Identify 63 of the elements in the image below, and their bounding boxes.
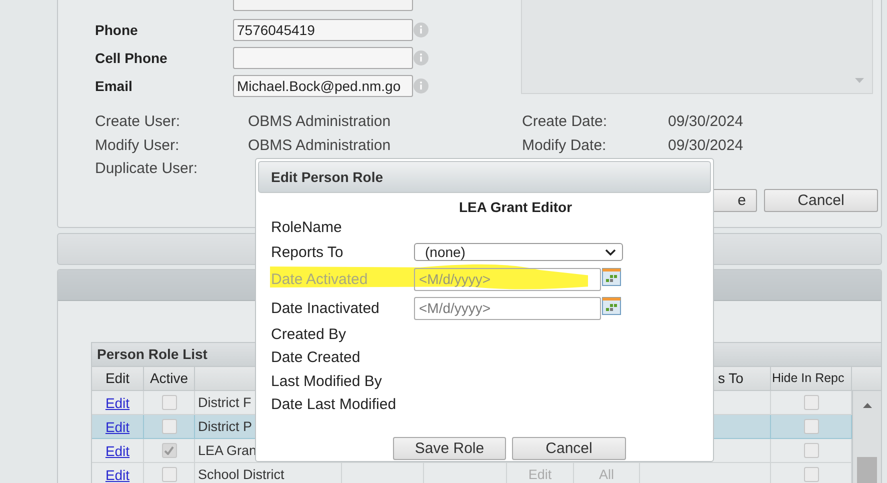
field-label: Date Inactivated	[271, 300, 380, 316]
field-label: Phone	[95, 22, 139, 38]
table-cell: School District	[198, 467, 284, 482]
field-label: Email	[95, 78, 134, 94]
caret-icon	[605, 248, 616, 256]
role-name: LEA Grant Editor	[459, 199, 572, 215]
dialog-title: Edit Person Role	[271, 169, 384, 185]
scroll-up-icon[interactable]	[863, 403, 872, 408]
save-role-button[interactable]: Save Role	[393, 436, 506, 460]
edit-link[interactable]: Edit	[105, 466, 130, 482]
calendar-icon[interactable]	[602, 268, 621, 286]
input-field[interactable]: Michael.Bock@ped.nm.go	[233, 75, 413, 97]
info-icon	[413, 22, 429, 38]
cancel-button[interactable]: Cancel	[764, 188, 878, 212]
calendar-icon[interactable]	[602, 296, 621, 314]
column-header: Edit	[92, 367, 144, 390]
edit-link[interactable]: Edit	[105, 394, 130, 410]
audit-label: Modify User:	[95, 136, 180, 156]
audit-label: Modify Date:	[522, 136, 608, 156]
field-label: Created By	[271, 326, 348, 343]
audit-label: Create Date:	[522, 113, 608, 132]
audit-label: Duplicate User:	[95, 160, 199, 179]
info-icon	[413, 50, 429, 66]
table-cell: All	[598, 467, 614, 482]
checkbox[interactable]	[804, 395, 818, 410]
edit-link[interactable]: Edit	[105, 442, 130, 458]
checkbox[interactable]	[162, 395, 176, 410]
table-cell: District P	[198, 419, 252, 434]
input-field[interactable]	[233, 47, 413, 69]
table-cell: LEA Gran	[198, 443, 257, 458]
audit-label: Create User:	[95, 113, 182, 132]
audit-value: 09/30/2024	[668, 136, 744, 156]
audit-value: OBMS Administration	[248, 136, 392, 156]
audit-value: OBMS Administration	[248, 113, 392, 132]
edit-link[interactable]: Edit	[105, 418, 130, 434]
table-cell: District F	[198, 395, 252, 410]
checkbox[interactable]	[162, 467, 176, 482]
column-header: Active	[144, 367, 195, 390]
checkbox[interactable]	[162, 443, 176, 458]
checkbox[interactable]	[804, 443, 818, 458]
field-label: RoleName	[271, 219, 343, 236]
scroll-thumb[interactable]	[857, 457, 877, 483]
notes-field[interactable]	[521, 0, 873, 94]
column-header: Hide In Repc	[771, 367, 852, 390]
checkbox[interactable]	[804, 467, 818, 482]
checkbox[interactable]	[162, 419, 176, 434]
field-label: Date Last Modified	[271, 396, 398, 414]
info-icon	[413, 78, 429, 94]
scrollbar[interactable]	[852, 391, 881, 483]
column-header: s To	[718, 370, 744, 386]
checkbox[interactable]	[804, 419, 818, 434]
audit-value: 09/30/2024	[668, 113, 744, 132]
field-label: Reports To	[271, 244, 344, 260]
field-label: Cell Phone	[95, 50, 168, 66]
date-field[interactable]: <M/d/yyyy>	[414, 296, 601, 320]
cancel-button[interactable]: Cancel	[512, 436, 626, 460]
field-label: Date Activated	[271, 270, 369, 288]
table-cell: Edit	[528, 467, 552, 482]
scroll-down-icon[interactable]	[855, 78, 864, 83]
field-label: Date Created	[271, 349, 362, 366]
input-field[interactable]: 7576045419	[233, 19, 413, 41]
reports-to-select[interactable]: (none)	[414, 243, 623, 261]
field-label: Last Modified By	[271, 372, 383, 390]
